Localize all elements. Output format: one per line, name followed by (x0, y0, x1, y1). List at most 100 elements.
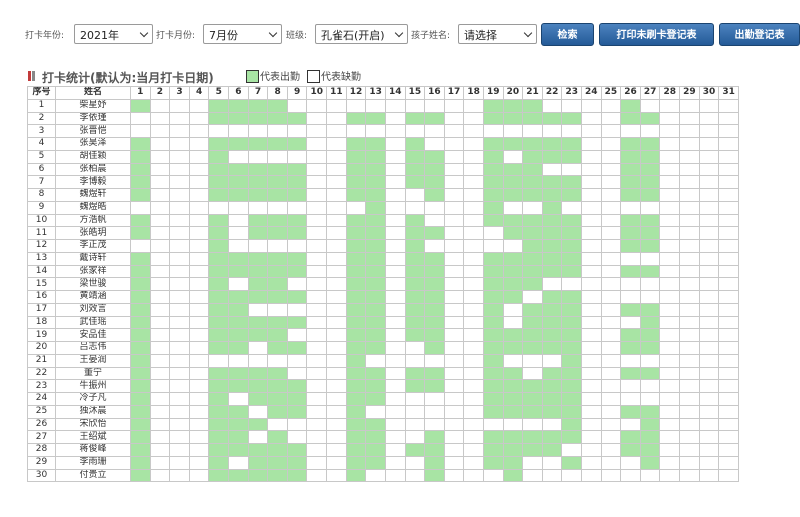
attendance-cell-present (561, 290, 583, 304)
attendance-cell-present (639, 213, 661, 228)
attendance-cell-present (365, 200, 386, 215)
attendance-cell-absent (149, 188, 171, 202)
row-index: 24 (27, 392, 56, 406)
attendance-cell-present (267, 443, 288, 457)
attendance-cell-absent (698, 379, 720, 393)
table-row: 3 张晋恺 (27, 124, 739, 138)
attendance-cell-absent (718, 430, 739, 444)
attendance-cell-present (208, 213, 230, 228)
attendance-cell-absent (169, 175, 190, 189)
day-header: 6 (228, 86, 249, 100)
attendance-cell-absent (306, 430, 328, 444)
attendance-cell-present (365, 111, 386, 126)
attendance-cell-absent (188, 315, 210, 330)
attendance-cell-absent (620, 417, 641, 432)
attendance-cell-absent (188, 417, 210, 432)
attendance-cell-absent (600, 430, 622, 444)
attendance-cell-present (267, 315, 288, 330)
attendance-cell-absent (188, 251, 210, 266)
search-button[interactable]: 检索 (541, 23, 594, 46)
day-header: 11 (326, 86, 347, 100)
attendance-cell-absent (188, 455, 210, 470)
child-name: 李依瑾 (55, 111, 131, 126)
attendance-cell-present (541, 188, 563, 202)
attendance-cell-absent (326, 392, 347, 406)
table-row: 5 胡佳颖 (27, 149, 739, 164)
table-row: 23 牛振州 (27, 379, 739, 393)
attendance-cell-absent (188, 302, 210, 317)
attendance-cell-absent (600, 98, 622, 113)
attendance-cell-present (208, 404, 230, 419)
attendance-cell-absent (718, 149, 739, 164)
attendance-cell-absent (482, 124, 504, 138)
attendance-cell-absent (326, 251, 347, 266)
attendance-cell-absent (404, 353, 426, 368)
attendance-cell-absent (659, 149, 681, 164)
attendance-cell-absent (326, 149, 347, 164)
attendance-cell-present (208, 264, 230, 279)
attendance-cell-present (502, 468, 524, 483)
attendance-cell-present (228, 443, 249, 457)
table-row: 8 魏煜轩 (27, 188, 739, 202)
attendance-cell-absent (679, 366, 700, 381)
day-header: 4 (188, 86, 210, 100)
attendance-cell-absent (600, 111, 622, 126)
attendance-cell-absent (659, 315, 681, 330)
attendance-cell-present (639, 175, 661, 189)
attendance-cell-present (267, 264, 288, 279)
attendance-cell-absent (149, 239, 171, 253)
attendance-table: 序号 姓名 1 2 3 4 5 6 7 8 9 10 11 12 13 14 15 16 17 18 19 20 21 2… (27, 86, 739, 483)
attendance-cell-present (620, 341, 641, 355)
attendance-cell-present (522, 239, 543, 253)
attendance-cell-absent (247, 149, 269, 164)
attendance-cell-absent (581, 162, 602, 177)
attendance-cell-absent (228, 455, 249, 470)
attendance-cell-present (482, 98, 504, 113)
attendance-cell-present (130, 392, 151, 406)
attendance-cell-present (247, 188, 269, 202)
year-select[interactable]: 2021年 (74, 24, 153, 44)
child-name: 黄靖涵 (55, 290, 131, 304)
month-select[interactable]: 7月份 (203, 24, 282, 44)
class-select[interactable]: 孔雀石(开启) (315, 24, 408, 44)
attendance-cell-present (561, 226, 583, 240)
attendance-cell-present (639, 366, 661, 381)
attendance-cell-absent (384, 328, 406, 342)
day-header: 20 (502, 86, 524, 100)
attendance-cell-present (228, 468, 249, 483)
attendance-cell-absent (306, 251, 328, 266)
attendance-cell-absent (698, 417, 720, 432)
attendance-cell-present (541, 149, 563, 164)
attendance-cell-present (522, 341, 543, 355)
attendance-cell-absent (639, 98, 661, 113)
table-row: 7 李博毅 (27, 175, 739, 189)
attendance-cell-present (208, 341, 230, 355)
attendance-cell-absent (679, 290, 700, 304)
attendance-cell-absent (620, 277, 641, 291)
table-header-row: 序号 姓名 1 2 3 4 5 6 7 8 9 10 11 12 13 14 15 16 17 18 19 20 21 2… (27, 86, 739, 100)
attendance-cell-absent (306, 290, 328, 304)
row-index: 17 (27, 302, 56, 317)
attendance-cell-present (502, 213, 524, 228)
attendance-cell-present (247, 251, 269, 266)
attendance-cell-absent (443, 455, 465, 470)
attendance-register-button[interactable]: 出勤登记表 (719, 23, 800, 46)
attendance-cell-present (228, 188, 249, 202)
attendance-cell-present (208, 328, 230, 342)
attendance-cell-absent (463, 443, 484, 457)
attendance-cell-absent (541, 417, 563, 432)
print-unswiped-button[interactable]: 打印未刷卡登记表 (599, 23, 714, 46)
attendance-cell-absent (130, 200, 151, 215)
attendance-cell-absent (188, 443, 210, 457)
attendance-cell-absent (306, 443, 328, 457)
attendance-cell-absent (718, 443, 739, 457)
day-header: 9 (286, 86, 308, 100)
attendance-cell-absent (718, 226, 739, 240)
child-name-select[interactable]: 请选择 (458, 24, 537, 44)
attendance-cell-present (424, 328, 445, 342)
attendance-cell-absent (326, 417, 347, 432)
attendance-cell-absent (581, 290, 602, 304)
attendance-cell-present (365, 430, 386, 444)
attendance-cell-absent (443, 379, 465, 393)
child-name: 独沐晨 (55, 404, 131, 419)
